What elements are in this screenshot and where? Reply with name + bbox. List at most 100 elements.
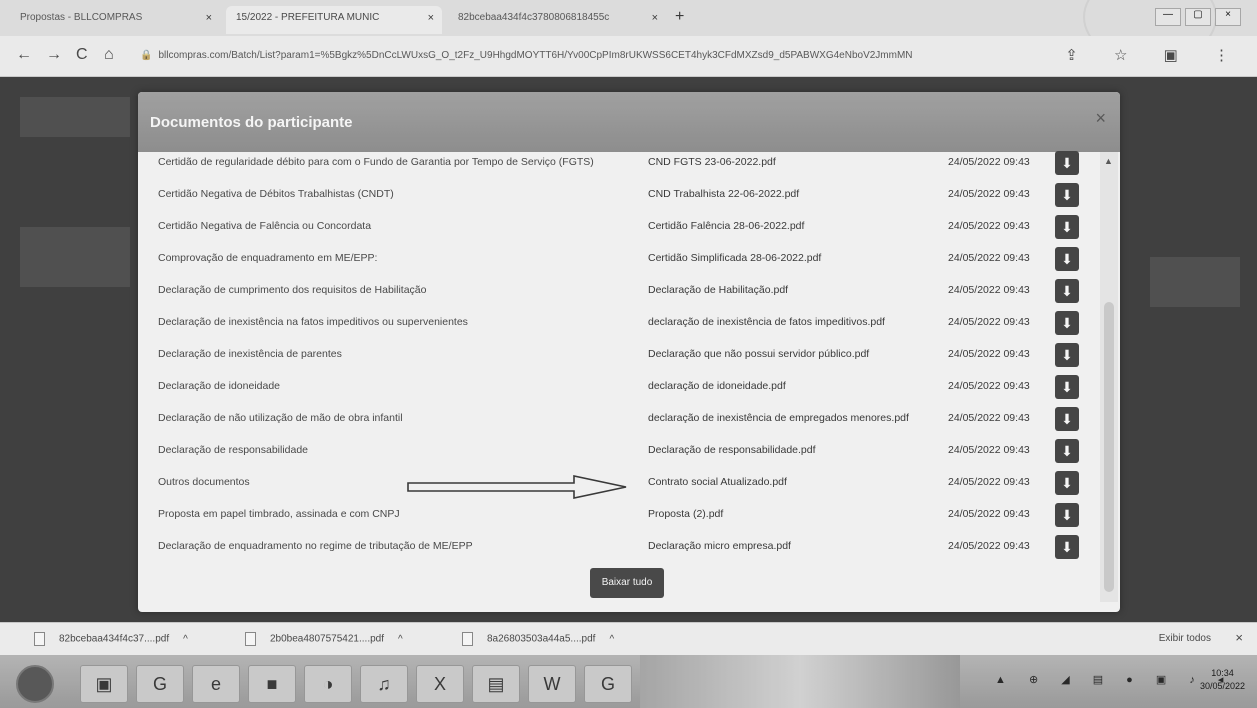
music-icon[interactable]: ♫ bbox=[360, 665, 408, 703]
scroll-up-icon[interactable]: ▲ bbox=[1104, 156, 1113, 166]
document-file-name: declaração de inexistência de fatos impe… bbox=[648, 316, 885, 328]
back-icon[interactable]: ← bbox=[16, 46, 32, 64]
page-logo bbox=[20, 97, 130, 137]
document-type: Certidão Negativa de Débitos Trabalhista… bbox=[158, 188, 394, 200]
documents-modal: Documentos do participante × Certidão de… bbox=[138, 92, 1120, 612]
download-icon[interactable]: ⬇ bbox=[1055, 279, 1079, 303]
taskbar-app-icon[interactable]: ■ bbox=[248, 665, 296, 703]
pdf-file-icon bbox=[462, 632, 473, 646]
modal-title: Documentos do participante bbox=[150, 114, 353, 131]
document-file-name: Certidão Falência 28-06-2022.pdf bbox=[648, 220, 805, 232]
maximize-icon[interactable]: ▢ bbox=[1185, 8, 1211, 26]
modal-scrollbar[interactable]: ▲ bbox=[1100, 152, 1118, 602]
media-player-icon[interactable]: ◑ bbox=[304, 665, 352, 703]
downloads-bar: 82bcebaa434f4c37....pdf ^ 2b0bea480757542… bbox=[0, 622, 1257, 655]
download-icon[interactable]: ⬇ bbox=[1055, 215, 1079, 239]
document-row: Certidão Negativa de Falência ou Concord… bbox=[138, 212, 1100, 244]
file-explorer-icon[interactable]: ▤ bbox=[472, 665, 520, 703]
document-list: Certidão de regularidade débito para com… bbox=[138, 151, 1100, 572]
download-icon[interactable]: ⬇ bbox=[1055, 183, 1079, 207]
page-side-block bbox=[1150, 257, 1240, 307]
url-text: bllcompras.com/Batch/List?param1=%5Bgkz%… bbox=[158, 50, 913, 61]
document-date: 24/05/2022 09:43 bbox=[948, 444, 1030, 456]
tab-label: 15/2022 - PREFEITURA MUNIC bbox=[236, 12, 380, 23]
document-date: 24/05/2022 09:43 bbox=[948, 156, 1030, 168]
download-file-name: 2b0bea4807575421....pdf bbox=[270, 633, 384, 645]
download-icon[interactable]: ⬇ bbox=[1055, 503, 1079, 527]
download-icon[interactable]: ⬇ bbox=[1055, 151, 1079, 175]
word-icon[interactable]: W bbox=[528, 665, 576, 703]
tab-close-icon[interactable]: × bbox=[428, 12, 434, 24]
tab-propostas[interactable]: Propostas - BLLCOMPRAS × bbox=[10, 6, 220, 34]
lock-icon: 🔒 bbox=[140, 50, 153, 61]
document-file-name: Certidão Simplificada 28-06-2022.pdf bbox=[648, 252, 822, 264]
download-icon[interactable]: ⬇ bbox=[1055, 247, 1079, 271]
document-date: 24/05/2022 09:43 bbox=[948, 348, 1030, 360]
document-type: Declaração de cumprimento dos requisitos… bbox=[158, 284, 427, 296]
chevron-up-icon[interactable]: ^ bbox=[398, 634, 403, 645]
chrome-icon[interactable]: G bbox=[584, 665, 632, 703]
document-row: Declaração de responsabilidade Declaraçã… bbox=[138, 436, 1100, 468]
document-file-name: declaração de inexistência de empregados… bbox=[648, 412, 909, 424]
document-row: Declaração de inexistência de parentes D… bbox=[138, 340, 1100, 372]
document-type: Declaração de idoneidade bbox=[158, 380, 281, 392]
document-date: 24/05/2022 09:43 bbox=[948, 540, 1030, 552]
url-field[interactable]: 🔒 bllcompras.com/Batch/List?param1=%5Bgkz… bbox=[140, 45, 1080, 67]
download-icon[interactable]: ⬇ bbox=[1055, 375, 1079, 399]
new-tab-button[interactable]: + bbox=[675, 8, 684, 26]
home-icon[interactable]: ⌂ bbox=[104, 46, 114, 64]
document-row: Proposta em papel timbrado, assinada e c… bbox=[138, 500, 1100, 532]
document-file-name: Contrato social Atualizado.pdf bbox=[648, 476, 787, 488]
document-date: 24/05/2022 09:43 bbox=[948, 380, 1030, 392]
tab-prefeitura[interactable]: 15/2022 - PREFEITURA MUNIC × bbox=[226, 6, 442, 34]
download-icon[interactable]: ⬇ bbox=[1055, 471, 1079, 495]
forward-icon[interactable]: → bbox=[46, 46, 62, 64]
scroll-thumb[interactable] bbox=[1104, 302, 1114, 592]
document-type: Proposta em papel timbrado, assinada e c… bbox=[158, 508, 400, 520]
tab-close-icon[interactable]: × bbox=[652, 12, 658, 24]
document-file-name: Declaração de Habilitação.pdf bbox=[648, 284, 789, 296]
document-type: Comprovação de enquadramento em ME/EPP: bbox=[158, 252, 378, 264]
tab-pdf-document[interactable]: 82bcebaa434f4c3780806818455c × bbox=[448, 6, 666, 34]
show-all-downloads-link[interactable]: Exibir todos bbox=[1159, 633, 1211, 644]
download-icon[interactable]: ⬇ bbox=[1055, 407, 1079, 431]
document-file-name: CND FGTS 23-06-2022.pdf bbox=[648, 156, 776, 168]
close-window-icon[interactable]: × bbox=[1215, 8, 1241, 26]
download-icon[interactable]: ⬇ bbox=[1055, 343, 1079, 367]
toolbar-icons[interactable]: ⇪ ☆ ▣ ⋮ bbox=[1065, 46, 1245, 64]
download-all-button[interactable]: Baixar tudo bbox=[590, 568, 664, 598]
download-item[interactable]: 2b0bea4807575421....pdf ^ bbox=[245, 632, 403, 646]
document-row: Declaração de não utilização de mão de o… bbox=[138, 404, 1100, 436]
close-icon[interactable]: × bbox=[1095, 108, 1106, 129]
document-row: Declaração de enquadramento no regime de… bbox=[138, 532, 1100, 564]
excel-icon[interactable]: X bbox=[416, 665, 464, 703]
taskbar-app-icon[interactable]: ▣ bbox=[80, 665, 128, 703]
download-item[interactable]: 82bcebaa434f4c37....pdf ^ bbox=[34, 632, 188, 646]
close-icon[interactable]: × bbox=[1235, 630, 1243, 645]
document-file-name: declaração de idoneidade.pdf bbox=[648, 380, 786, 392]
download-icon[interactable]: ⬇ bbox=[1055, 439, 1079, 463]
document-file-name: Declaração de responsabilidade.pdf bbox=[648, 444, 816, 456]
download-item[interactable]: 8a26803503a44a5....pdf ^ bbox=[462, 632, 614, 646]
document-type: Outros documentos bbox=[158, 476, 250, 488]
reload-icon[interactable]: C bbox=[76, 46, 88, 64]
taskbar-background-image bbox=[640, 655, 960, 708]
document-file-name: Proposta (2).pdf bbox=[648, 508, 724, 520]
chevron-up-icon[interactable]: ^ bbox=[609, 634, 614, 645]
chevron-up-icon[interactable]: ^ bbox=[183, 634, 188, 645]
document-row: Declaração de inexistência na fatos impe… bbox=[138, 308, 1100, 340]
document-row: Comprovação de enquadramento em ME/EPP: … bbox=[138, 244, 1100, 276]
system-tray-icons[interactable]: ▲ ⊕ ◢ ▤ ● ▣ ♪ ◂ bbox=[995, 673, 1233, 686]
document-type: Certidão Negativa de Falência ou Concord… bbox=[158, 220, 372, 232]
start-button[interactable] bbox=[16, 665, 54, 703]
download-file-name: 82bcebaa434f4c37....pdf bbox=[59, 633, 170, 645]
download-icon[interactable]: ⬇ bbox=[1055, 311, 1079, 335]
chrome-icon[interactable]: G bbox=[136, 665, 184, 703]
internet-explorer-icon[interactable]: e bbox=[192, 665, 240, 703]
pdf-file-icon bbox=[245, 632, 256, 646]
tab-close-icon[interactable]: × bbox=[206, 12, 212, 24]
system-clock[interactable]: 10:34 30/05/2022 bbox=[1200, 667, 1245, 693]
download-icon[interactable]: ⬇ bbox=[1055, 535, 1079, 559]
minimize-icon[interactable]: — bbox=[1155, 8, 1181, 26]
document-date: 24/05/2022 09:43 bbox=[948, 284, 1030, 296]
